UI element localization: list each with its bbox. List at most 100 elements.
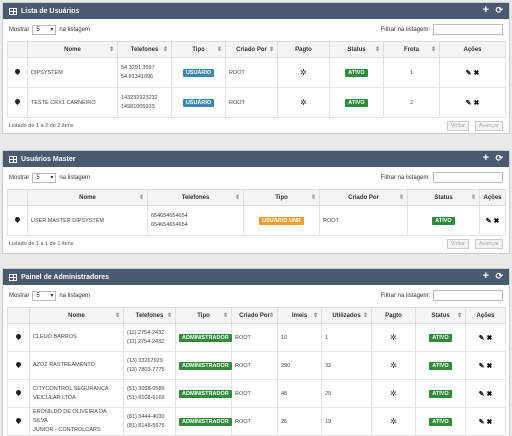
map-pin-icon[interactable] — [14, 360, 23, 369]
col-header-status[interactable]: Status — [407, 189, 480, 206]
delete-icon[interactable]: ✖ — [473, 100, 479, 107]
filter-control: Filtrar na listagem: — [381, 24, 503, 35]
edit-icon[interactable]: ✎ — [466, 100, 472, 107]
page-size-select[interactable]: 5 — [32, 173, 57, 183]
created-by: ROOT — [319, 205, 408, 236]
table-icon — [9, 155, 17, 163]
filter-input[interactable] — [433, 290, 503, 301]
map-pin-icon[interactable] — [14, 332, 23, 341]
status-badge: ATIVO — [429, 333, 452, 342]
created-by: ROOT — [231, 407, 278, 436]
edit-icon[interactable]: ✎ — [486, 218, 492, 225]
col-header-frota[interactable]: Frota — [383, 41, 440, 58]
col-header-nome[interactable]: Nome — [27, 41, 118, 58]
edit-icon[interactable]: ✎ — [479, 363, 485, 370]
users-panel-header: Lista de Usuários + ⟳ — [3, 3, 509, 19]
admin-name-line2: VEICULAR LTDA — [33, 394, 76, 401]
refresh-icon[interactable]: ⟳ — [495, 153, 503, 164]
delete-icon[interactable]: ✖ — [486, 419, 492, 426]
col-header-telefones[interactable]: Telefones — [147, 189, 244, 206]
col-header-status[interactable]: Status — [329, 41, 384, 58]
loading-icon: ✲ — [390, 417, 397, 426]
page-size-select[interactable]: 5 — [32, 25, 57, 35]
used: 33 — [321, 351, 372, 380]
page-size-control: Mostrar 5 na listagem — [9, 291, 90, 301]
show-suffix: na listagem — [59, 293, 91, 299]
refresh-icon[interactable]: ⟳ — [495, 271, 503, 282]
next-button[interactable]: Avançar — [474, 239, 503, 249]
table-row: CITYCONTROL SEGURANÇA VEICULAR LTDA (51) … — [7, 379, 506, 408]
next-button[interactable]: Avançar — [474, 121, 503, 131]
edit-icon[interactable]: ✎ — [479, 335, 485, 342]
map-pin-icon[interactable] — [13, 97, 22, 106]
map-pin-icon[interactable] — [13, 215, 22, 224]
phone: (11) 2754-2432 — [127, 338, 165, 345]
col-header-telefones[interactable]: Telefones — [123, 307, 176, 324]
used: 1 — [321, 323, 372, 352]
delete-icon[interactable]: ✖ — [486, 335, 492, 342]
col-header-nome[interactable]: Nome — [27, 189, 148, 206]
col-header-pagto: Pagto — [371, 307, 416, 324]
col-header-tipo[interactable]: Tipo — [171, 41, 226, 58]
col-header-criado-por[interactable]: Criado Por — [319, 189, 408, 206]
table-info: Listado de 1 a 2 de 2 itens — [9, 123, 74, 129]
status-badge: ATIVO — [432, 216, 455, 225]
loading-icon: ✲ — [390, 361, 397, 370]
phone: 54 81341096 — [121, 73, 154, 80]
prev-button[interactable]: Voltar — [446, 121, 469, 131]
col-header-imeis[interactable]: Imeis — [277, 307, 322, 324]
created-by: ROOT — [231, 351, 278, 380]
col-header-telefones[interactable]: Telefones — [117, 41, 172, 58]
col-header-criado-por[interactable]: Criado Por — [231, 307, 278, 324]
masters-panel-title: Usuários Master — [21, 155, 76, 163]
map-pin-icon[interactable] — [13, 67, 22, 76]
type-badge: USUÁRIO — [182, 98, 215, 107]
refresh-icon[interactable]: ⟳ — [495, 5, 503, 16]
edit-icon[interactable]: ✎ — [479, 419, 485, 426]
col-header-status[interactable]: Status — [415, 307, 466, 324]
status-badge: ATIVO — [429, 417, 452, 426]
filter-input[interactable] — [433, 172, 503, 183]
edit-icon[interactable]: ✎ — [479, 391, 485, 398]
show-suffix: na listagem — [59, 175, 91, 181]
plus-icon[interactable]: + — [483, 153, 489, 164]
used: 29 — [321, 379, 372, 408]
col-header — [7, 189, 28, 206]
type-badge: ADMINISTRADOR — [179, 417, 232, 426]
type-badge: USUÁRIO — [182, 68, 215, 77]
col-header — [7, 41, 28, 58]
table-row: USER MASTER DIPSYSTEM 654654654654 654654… — [7, 205, 506, 236]
admin-name: AZOZ RASTREAMENTO — [33, 362, 95, 368]
col-header-tipo[interactable]: Tipo — [175, 307, 232, 324]
user-name: TESTE CRX1 CARNEIRO — [27, 87, 118, 118]
table-icon — [9, 7, 17, 15]
table-row: DIPSYSTEM 54 3291 3597 54 81341096 USUÁRI… — [7, 57, 506, 88]
type-badge: ADMINISTRADOR — [179, 333, 232, 342]
edit-icon[interactable]: ✎ — [466, 70, 472, 77]
page-size-select[interactable]: 5 — [32, 291, 57, 301]
filter-input[interactable] — [433, 24, 503, 35]
masters-table: Nome Telefones Tipo Criado Por Status Aç… — [7, 189, 506, 236]
phone: (11) 2754-2432 — [127, 329, 165, 336]
page-size-control: Mostrar 5 na listagem — [9, 25, 90, 35]
col-header-tipo[interactable]: Tipo — [243, 189, 320, 206]
col-header-utilizados[interactable]: Utilizados — [321, 307, 372, 324]
delete-icon[interactable]: ✖ — [473, 70, 479, 77]
prev-button[interactable]: Voltar — [446, 239, 469, 249]
user-name: USER MASTER DIPSYSTEM — [27, 205, 148, 236]
plus-icon[interactable]: + — [483, 5, 489, 16]
type-badge: ADMINISTRADOR — [179, 361, 232, 370]
loading-icon: ✲ — [390, 333, 397, 342]
users-panel: Lista de Usuários + ⟳ Mostrar 5 na lista… — [2, 2, 510, 134]
admin-name: CITYCONTROL SEGURANÇA — [33, 385, 109, 392]
map-pin-icon[interactable] — [14, 388, 23, 397]
col-header-nome[interactable]: Nome — [29, 307, 124, 324]
delete-icon[interactable]: ✖ — [493, 218, 499, 225]
map-pin-icon[interactable] — [14, 416, 23, 425]
col-header-criado-por[interactable]: Criado Por — [225, 41, 278, 58]
imeis: 48 — [277, 379, 322, 408]
delete-icon[interactable]: ✖ — [486, 363, 492, 370]
plus-icon[interactable]: + — [483, 271, 489, 282]
filter-label: Filtrar na listagem: — [380, 292, 430, 299]
delete-icon[interactable]: ✖ — [486, 391, 492, 398]
